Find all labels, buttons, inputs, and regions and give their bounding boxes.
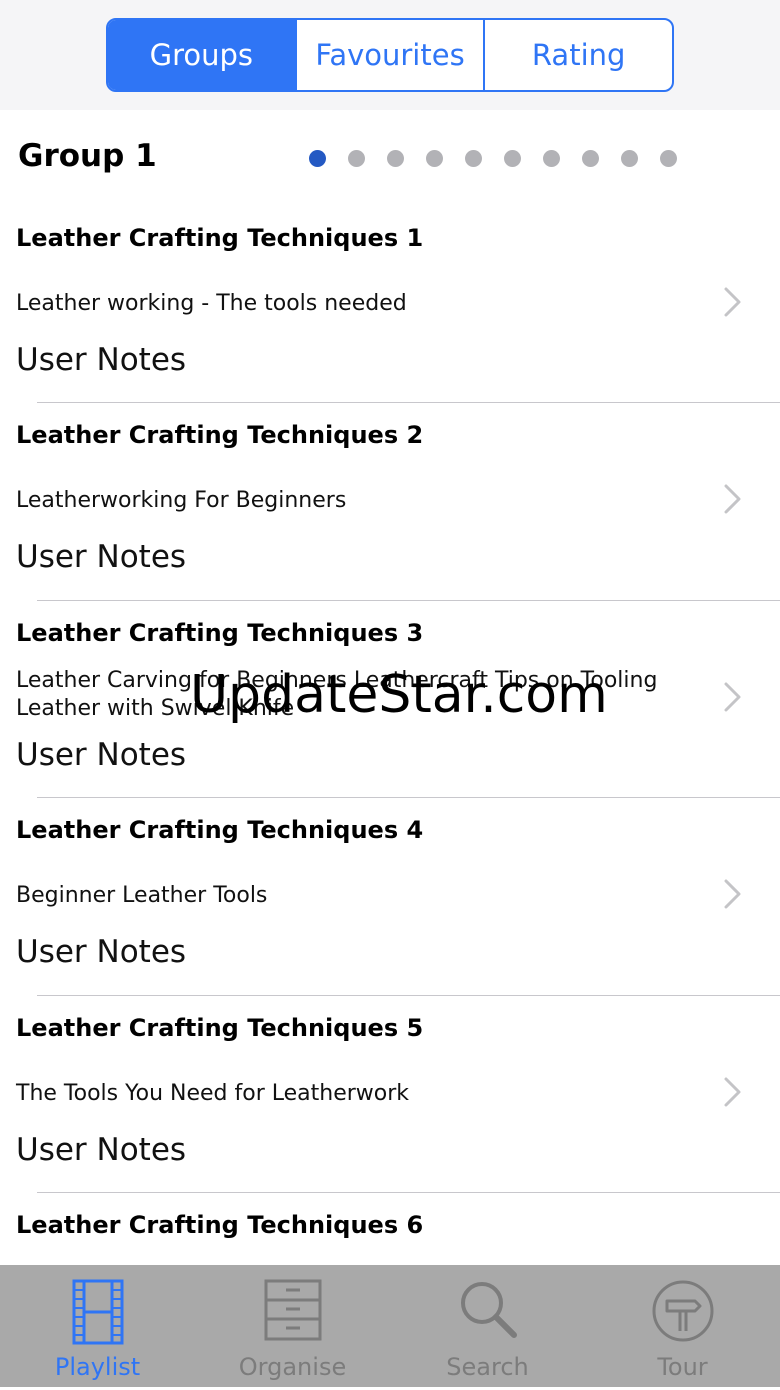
- page-indicator[interactable]: [309, 150, 699, 167]
- page-dot[interactable]: [582, 150, 599, 167]
- tab-search[interactable]: Search: [390, 1265, 585, 1387]
- item-title: Leather Crafting Techniques 5: [16, 1013, 424, 1042]
- chevron-right-icon: [724, 682, 741, 712]
- page-dot[interactable]: [621, 150, 638, 167]
- item-subtitle: Beginner Leather Tools: [16, 883, 268, 909]
- user-notes-link[interactable]: User Notes: [16, 1132, 186, 1168]
- item-title: Leather Crafting Techniques 6: [16, 1210, 424, 1239]
- item-subtitle: Leather working - The tools needed: [16, 291, 407, 316]
- tab-label: Tour: [657, 1353, 708, 1381]
- item-subtitle: The Tools You Need for Leatherwork: [16, 1080, 410, 1106]
- segment-groups[interactable]: Groups: [108, 20, 295, 90]
- item-subtitle: Leatherworking For Beginners: [16, 488, 347, 514]
- group-title: Group 1: [18, 138, 157, 174]
- chevron-right-icon: [724, 879, 741, 909]
- tab-tour[interactable]: Tour: [585, 1265, 780, 1387]
- segment-rating[interactable]: Rating: [483, 20, 672, 90]
- item-title: Leather Crafting Techniques 2: [16, 421, 424, 450]
- tab-label: Search: [446, 1353, 529, 1381]
- user-notes-link[interactable]: User Notes: [16, 934, 186, 970]
- list-item[interactable]: Leather Crafting Techniques 2 Leatherwor…: [0, 403, 780, 601]
- film-strip-icon: [72, 1279, 123, 1345]
- list-item[interactable]: Leather Crafting Techniques 1 Leather wo…: [0, 206, 780, 404]
- segment-favourites[interactable]: Favourites: [294, 20, 484, 90]
- tab-bar: Playlist Organise Search Tour: [0, 1265, 780, 1387]
- page-dot[interactable]: [348, 150, 365, 167]
- top-bar: Groups Favourites Rating: [0, 0, 780, 110]
- user-notes-link[interactable]: User Notes: [16, 539, 186, 575]
- tab-organise[interactable]: Organise: [195, 1265, 390, 1387]
- item-title: Leather Crafting Techniques 4: [16, 816, 424, 845]
- page-dot[interactable]: [465, 150, 482, 167]
- watermark-text: UpdateStar.com: [190, 665, 608, 725]
- video-list: Leather Crafting Techniques 1 Leather wo…: [0, 206, 780, 1390]
- page-dot[interactable]: [504, 150, 521, 167]
- segmented-control: Groups Favourites Rating: [106, 18, 674, 92]
- item-title: Leather Crafting Techniques 3: [16, 618, 424, 647]
- page-dot[interactable]: [387, 150, 404, 167]
- page-dot[interactable]: [543, 150, 560, 167]
- list-item[interactable]: Leather Crafting Techniques 5 The Tools …: [0, 996, 780, 1193]
- chevron-right-icon: [724, 484, 741, 514]
- page-dot[interactable]: [660, 150, 677, 167]
- tab-label: Organise: [238, 1353, 347, 1381]
- signpost-icon: [652, 1280, 713, 1342]
- list-item[interactable]: Leather Crafting Techniques 4 Beginner L…: [0, 798, 780, 996]
- user-notes-link[interactable]: User Notes: [16, 342, 186, 378]
- page-dot[interactable]: [426, 150, 443, 167]
- item-title: Leather Crafting Techniques 1: [16, 224, 424, 252]
- search-icon: [460, 1282, 517, 1338]
- tab-playlist[interactable]: Playlist: [0, 1265, 195, 1387]
- group-header: Group 1: [0, 110, 780, 206]
- page-dot[interactable]: [309, 150, 326, 167]
- cabinet-icon: [264, 1279, 321, 1341]
- chevron-right-icon: [724, 287, 741, 317]
- tab-label: Playlist: [54, 1353, 141, 1381]
- chevron-right-icon: [724, 1077, 741, 1107]
- user-notes-link[interactable]: User Notes: [16, 737, 186, 773]
